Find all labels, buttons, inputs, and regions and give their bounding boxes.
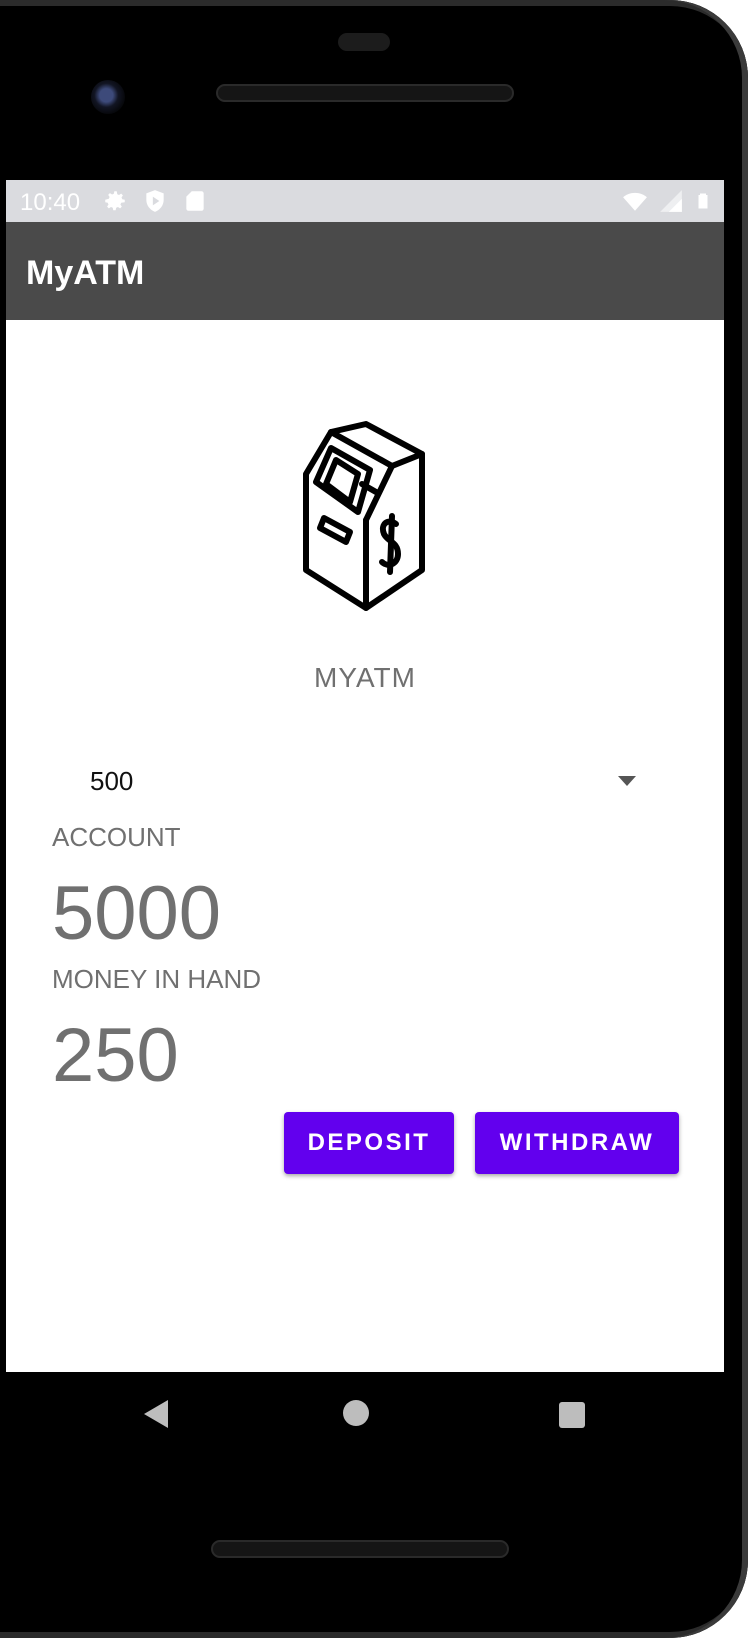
deposit-button[interactable]: DEPOSIT [284,1112,454,1174]
bottom-speaker [211,1540,509,1558]
money-in-hand-value: 250 [52,1013,179,1098]
status-time: 10:40 [20,189,81,216]
play-shield-icon [146,190,164,212]
atm-caption: MYATM [314,662,416,693]
status-icons-right [622,188,712,214]
account-label: ACCOUNT [52,822,181,852]
chevron-down-icon [618,776,636,786]
nav-bar [6,1372,724,1462]
amount-dropdown[interactable]: 500 [66,756,646,812]
sd-card-icon [186,191,204,211]
status-icons-left [102,188,208,214]
app-title: MyATM [26,254,145,292]
notch [338,33,390,51]
wifi-icon [623,192,647,211]
signal-icon [660,190,682,212]
front-camera [91,80,125,114]
status-bar: 10:40 [6,180,724,222]
home-icon[interactable] [343,1400,369,1426]
phone-frame: 10:40 MyATM MYATM 500 ACCOUNT 5000 MONEY… [0,0,748,1638]
app-screen: 10:40 MyATM MYATM 500 ACCOUNT 5000 MONEY… [6,180,724,1372]
battery-icon [698,193,708,209]
app-bar: MyATM [6,222,724,320]
atm-machine-icon [303,421,425,611]
back-icon[interactable] [144,1400,168,1428]
money-in-hand-label: MONEY IN HAND [52,964,261,994]
gear-icon [105,191,125,211]
account-value: 5000 [52,871,222,956]
withdraw-button[interactable]: WITHDRAW [475,1112,679,1174]
recents-icon[interactable] [559,1402,585,1428]
amount-dropdown-value: 500 [90,766,134,796]
earpiece-speaker [216,84,514,102]
